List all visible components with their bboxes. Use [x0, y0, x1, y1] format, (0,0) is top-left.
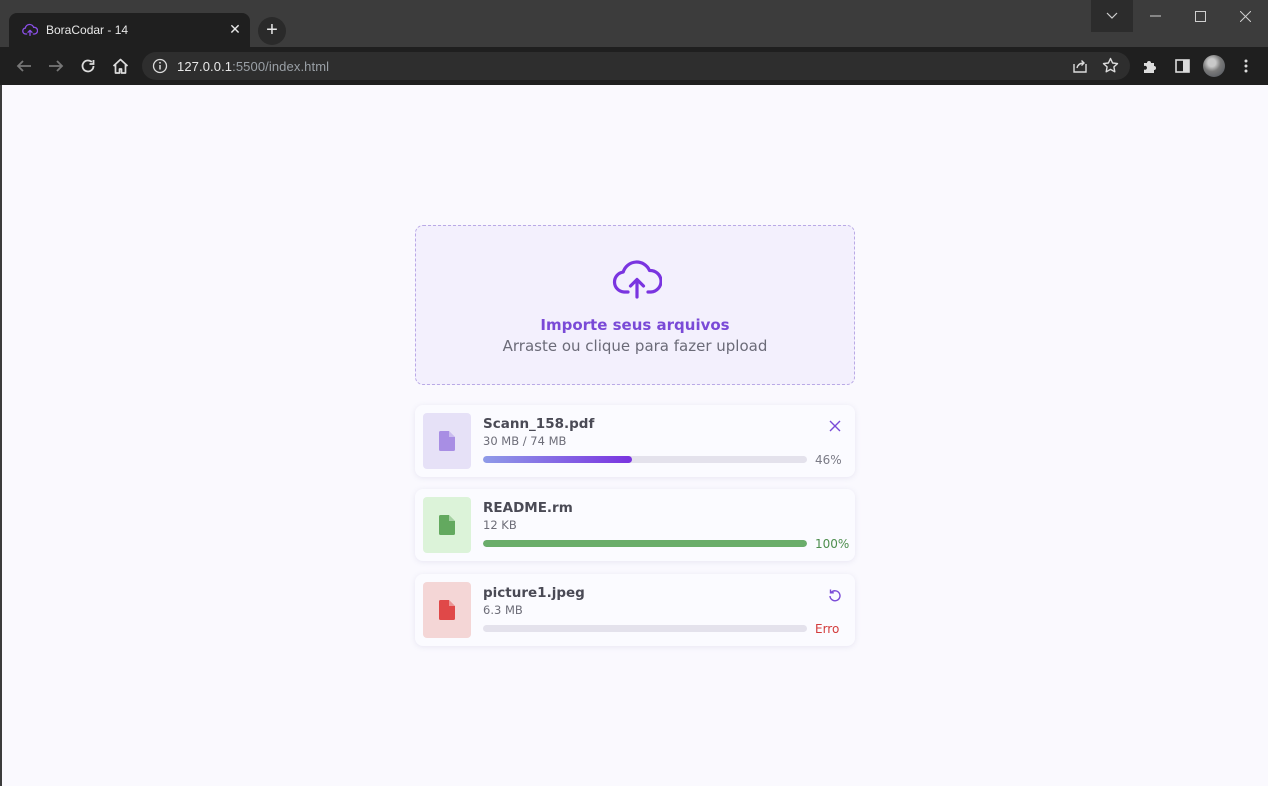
file-thumbnail [423, 582, 471, 638]
close-window-button[interactable] [1223, 0, 1268, 32]
home-button[interactable] [109, 55, 131, 77]
upload-dropzone[interactable]: Importe seus arquivos Arraste ou clique … [415, 225, 855, 385]
more-vert-icon [1244, 59, 1248, 73]
tab-search-button[interactable] [1091, 0, 1133, 32]
maximize-icon [1195, 10, 1206, 22]
close-icon[interactable] [828, 419, 842, 433]
info-icon[interactable] [152, 58, 168, 74]
minimize-button[interactable] [1133, 0, 1178, 32]
progress-bar [483, 456, 807, 463]
cloud-upload-favicon-icon [22, 23, 38, 36]
title-bar: BoraCodar - 14 ✕ + [0, 0, 1268, 47]
share-icon[interactable] [1072, 58, 1088, 74]
file-size: 30 MB / 74 MB [483, 434, 567, 448]
reload-button[interactable] [77, 55, 99, 77]
menu-button[interactable] [1235, 55, 1257, 77]
file-card: picture1.jpeg 6.3 MB Erro [415, 574, 855, 646]
tab-title: BoraCodar - 14 [46, 23, 129, 37]
arrow-left-icon [16, 60, 31, 72]
url-text[interactable]: 127.0.0.1:5500/index.html [177, 59, 329, 74]
new-tab-button[interactable]: + [258, 17, 286, 45]
file-name: picture1.jpeg [483, 585, 585, 601]
window-controls [1091, 0, 1268, 32]
progress-bar [483, 625, 807, 632]
browser-tab[interactable]: BoraCodar - 14 ✕ [9, 13, 250, 47]
forward-button[interactable] [45, 55, 67, 77]
file-icon [439, 431, 455, 451]
chevron-down-icon [1106, 12, 1118, 19]
file-name: Scann_158.pdf [483, 416, 595, 432]
file-icon [439, 515, 455, 535]
close-icon [1240, 10, 1251, 22]
back-button[interactable] [13, 55, 35, 77]
retry-icon[interactable] [828, 588, 842, 602]
puzzle-icon [1144, 61, 1156, 73]
dropzone-title: Importe seus arquivos [540, 316, 730, 334]
side-panel-button[interactable] [1171, 55, 1193, 77]
progress-label: 46% [815, 453, 842, 467]
cloud-upload-icon [612, 260, 662, 299]
address-bar[interactable]: 127.0.0.1:5500/index.html [142, 52, 1130, 80]
file-card: README.rm 12 KB 100% [415, 489, 855, 561]
side-panel-icon [1174, 59, 1190, 73]
file-size: 6.3 MB [483, 603, 523, 617]
progress-label: 100% [815, 537, 850, 551]
progress-bar [483, 540, 807, 547]
progress-label: Erro [815, 622, 840, 636]
close-tab-icon[interactable]: ✕ [228, 22, 242, 36]
file-icon [439, 600, 455, 620]
progress-fill [483, 456, 632, 463]
page-viewport: Importe seus arquivos Arraste ou clique … [2, 85, 1268, 786]
file-name: README.rm [483, 500, 573, 516]
file-card: Scann_158.pdf 30 MB / 74 MB 46% [415, 405, 855, 477]
dropzone-subtitle: Arraste ou clique para fazer upload [502, 337, 768, 355]
file-thumbnail [423, 413, 471, 469]
browser-toolbar: 127.0.0.1:5500/index.html [0, 47, 1268, 85]
profile-avatar[interactable] [1203, 55, 1225, 77]
maximize-button[interactable] [1178, 0, 1223, 32]
file-size: 12 KB [483, 518, 517, 532]
progress-fill [483, 540, 807, 547]
file-thumbnail [423, 497, 471, 553]
minimize-icon [1150, 15, 1161, 17]
bookmark-star-icon[interactable] [1102, 57, 1119, 74]
home-icon [112, 58, 128, 74]
reload-icon [81, 59, 95, 73]
extensions-button[interactable] [1139, 55, 1161, 77]
browser-window: BoraCodar - 14 ✕ + 127.0.0.1:5500/index.… [0, 0, 1268, 786]
arrow-right-icon [49, 60, 64, 72]
